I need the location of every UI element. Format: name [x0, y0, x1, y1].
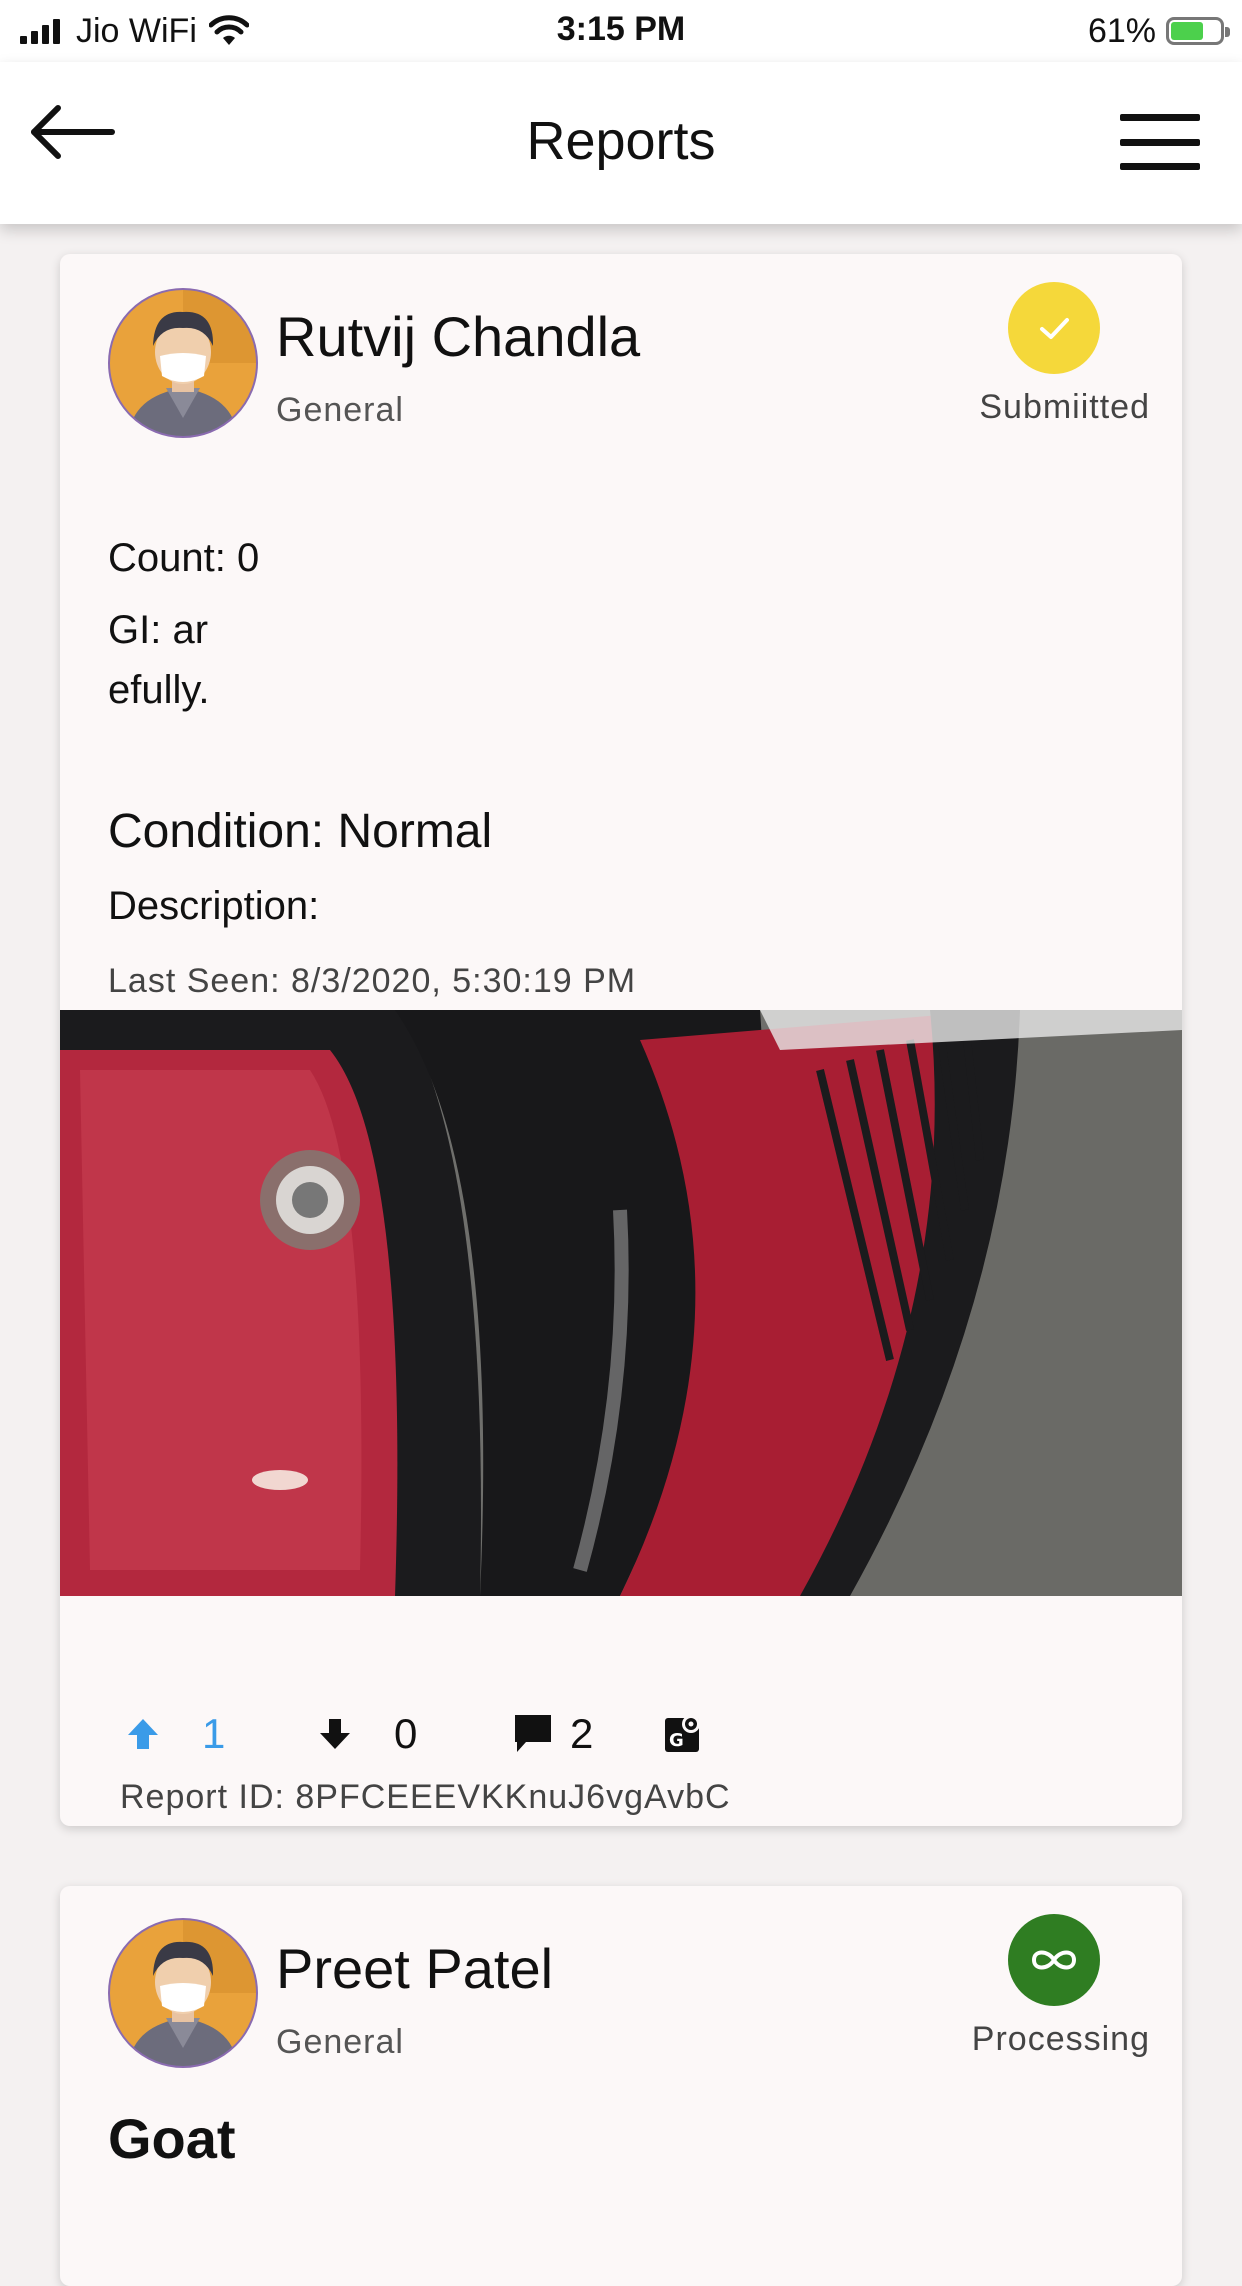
comments-button[interactable]: 2 — [512, 1694, 593, 1774]
page-title: Reports — [526, 111, 716, 171]
user-name: Rutvij Chandla — [276, 305, 641, 368]
status-time: 3:15 PM — [556, 10, 686, 48]
report-category: General — [276, 391, 404, 429]
comment-icon — [515, 1715, 551, 1752]
svg-text:G: G — [669, 1730, 684, 1751]
report-card[interactable]: Preet Patel General Processing Goat — [60, 1886, 1182, 2286]
status-right: 61% — [1087, 10, 1230, 52]
battery-icon — [1166, 17, 1230, 45]
hamburger-menu-icon[interactable] — [1120, 114, 1200, 170]
upvote-count: 1 — [202, 1710, 226, 1757]
report-category: General — [276, 2023, 404, 2061]
upvote-button[interactable]: 1 — [126, 1694, 225, 1774]
report-heading: Goat — [108, 2107, 236, 2170]
gi-text-line1: GI: ar — [108, 608, 209, 652]
description-label: Description: — [108, 884, 320, 928]
battery-percent: 61% — [1087, 11, 1156, 50]
report-photo[interactable] — [60, 1010, 1182, 1596]
condition-text: Condition: Normal — [108, 805, 493, 858]
downvote-button[interactable]: 0 — [318, 1694, 417, 1774]
map-location-button[interactable]: G — [662, 1694, 704, 1774]
avatar — [108, 288, 258, 438]
submitted-check-icon — [1008, 282, 1100, 374]
downvote-count: 0 — [394, 1710, 418, 1757]
status-label: Processing — [971, 2020, 1150, 2058]
report-id: Report ID: 8PFCEEEVKKnuJ6vgAvbC — [120, 1778, 731, 1816]
arrow-up-icon — [128, 1719, 158, 1749]
report-actions: 1 0 2 G — [60, 1694, 1182, 1774]
app-bar: Reports — [0, 62, 1242, 224]
user-name: Preet Patel — [276, 1937, 554, 2000]
count-text: Count: 0 — [108, 536, 260, 580]
avatar — [108, 1918, 258, 2068]
status-bar: Jio WiFi 3:15 PM 61% — [0, 0, 1242, 62]
last-seen-text: Last Seen: 8/3/2020, 5:30:19 PM — [108, 962, 637, 1000]
processing-infinity-icon — [1008, 1914, 1100, 2006]
gi-text-line2: efully. — [108, 668, 210, 712]
arrow-down-icon — [320, 1719, 350, 1749]
comment-count: 2 — [570, 1710, 594, 1757]
status-label: Submiitted — [979, 388, 1150, 426]
map-location-icon: G — [665, 1715, 700, 1752]
report-card[interactable]: Rutvij Chandla General Submiitted Count:… — [60, 254, 1182, 1826]
